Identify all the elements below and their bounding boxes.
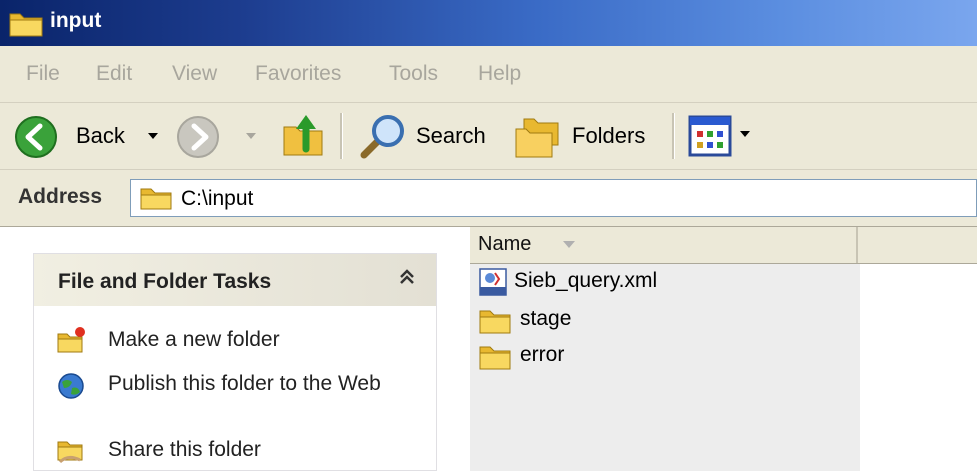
back-arrow-icon	[15, 116, 57, 158]
task-panel-title: File and Folder Tasks	[58, 270, 272, 293]
folder-icon	[140, 188, 172, 210]
window-title: input	[50, 9, 102, 32]
chevron-down-icon[interactable]	[246, 133, 256, 141]
folders-icon	[515, 118, 559, 158]
search-label: Search	[416, 123, 486, 148]
views-button[interactable]	[688, 113, 768, 159]
search-icon	[360, 115, 404, 159]
sort-descending-icon	[563, 241, 575, 248]
back-label: Back	[76, 123, 125, 148]
share-folder-icon	[57, 441, 83, 464]
chevron-down-icon[interactable]	[740, 131, 750, 139]
collapse-chevron-icon[interactable]	[396, 266, 418, 294]
task-make-new-folder[interactable]: Make a new folder	[34, 324, 436, 358]
search-button[interactable]: Search	[356, 109, 496, 163]
title-bar[interactable]: input	[0, 0, 977, 46]
file-list[interactable]: Name Sieb_query.xml stage error	[470, 227, 977, 471]
file-name: error	[520, 343, 565, 366]
task-panel-header[interactable]: File and Folder Tasks	[34, 254, 436, 306]
menu-tools[interactable]: Tools	[389, 62, 438, 86]
address-bar: Address C:\input	[0, 170, 977, 227]
menu-view[interactable]: View	[172, 62, 217, 86]
file-item-stage[interactable]: stage	[478, 303, 848, 339]
menu-file[interactable]: File	[26, 62, 60, 86]
folder-icon	[479, 346, 511, 370]
back-button[interactable]: Back	[14, 111, 164, 161]
new-folder-icon	[57, 327, 85, 353]
menu-edit[interactable]: Edit	[96, 62, 132, 86]
up-folder-icon	[283, 115, 323, 156]
globe-icon	[58, 373, 84, 399]
forward-button[interactable]	[176, 111, 262, 161]
task-label: Make a new folder	[108, 328, 280, 351]
task-share-folder[interactable]: Share this folder	[34, 434, 436, 468]
file-name: stage	[520, 307, 572, 330]
toolbar-separator	[340, 113, 343, 159]
toolbar-separator	[672, 113, 675, 159]
menu-help[interactable]: Help	[478, 62, 521, 86]
chevron-down-icon[interactable]	[148, 133, 158, 141]
address-label: Address	[18, 185, 103, 208]
task-label: Share this folder	[108, 438, 261, 461]
xml-file-icon	[479, 268, 507, 296]
folder-icon	[9, 13, 43, 37]
folders-label: Folders	[572, 123, 646, 148]
column-header-name[interactable]: Name	[470, 227, 858, 263]
toolbar: Back Search Folders	[0, 103, 977, 170]
file-item-error[interactable]: error	[478, 339, 848, 375]
column-header-label: Name	[478, 233, 532, 255]
menu-bar: File Edit View Favorites Tools Help	[0, 46, 977, 103]
task-pane: File and Folder Tasks Make a new folder	[0, 227, 470, 471]
file-item-sieb-query[interactable]: Sieb_query.xml	[478, 265, 848, 301]
views-icon	[688, 115, 732, 157]
task-publish-folder[interactable]: Publish this folder to the Web	[34, 368, 436, 428]
task-label: Publish this folder to the Web	[108, 372, 381, 395]
file-name: Sieb_query.xml	[514, 269, 658, 292]
column-header-bar: Name	[470, 227, 977, 264]
forward-arrow-icon	[177, 116, 219, 158]
address-input[interactable]: C:\input	[130, 179, 977, 217]
folder-icon	[479, 310, 511, 334]
up-folder-button[interactable]	[280, 109, 328, 161]
file-folder-tasks-panel: File and Folder Tasks Make a new folder	[33, 253, 437, 471]
menu-favorites[interactable]: Favorites	[255, 62, 341, 86]
address-value: C:\input	[181, 187, 254, 210]
folders-button[interactable]: Folders	[514, 109, 654, 163]
